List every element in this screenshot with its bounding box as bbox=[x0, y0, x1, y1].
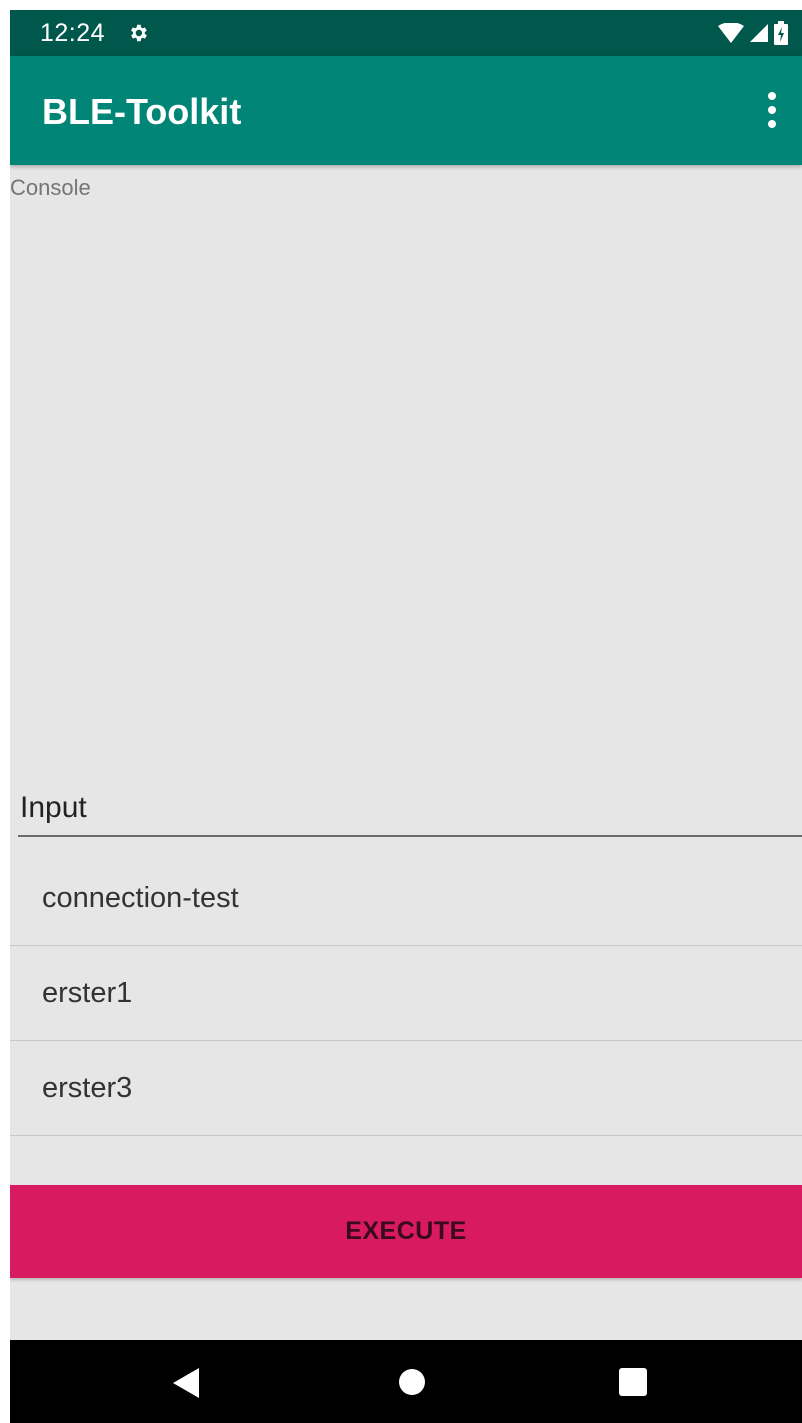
menu-dot bbox=[768, 106, 776, 114]
home-icon[interactable] bbox=[398, 1368, 426, 1401]
status-time: 12:24 bbox=[40, 19, 106, 47]
battery-icon bbox=[774, 21, 788, 50]
suggestion-list: connection-test erster1 erster3 bbox=[10, 851, 802, 1136]
cell-signal-icon bbox=[750, 24, 768, 47]
suggestion-item[interactable]: erster1 bbox=[10, 946, 802, 1041]
recents-icon[interactable] bbox=[619, 1368, 647, 1401]
status-bar: 12:24 bbox=[10, 10, 802, 56]
app-bar: BLE-Toolkit bbox=[10, 56, 802, 165]
navigation-bar bbox=[10, 1340, 802, 1423]
execute-button[interactable]: EXECUTE bbox=[10, 1185, 802, 1278]
wifi-icon bbox=[718, 22, 744, 48]
menu-dot bbox=[768, 92, 776, 100]
console-output bbox=[10, 205, 802, 765]
status-icons bbox=[718, 21, 788, 50]
suggestion-item[interactable]: erster3 bbox=[10, 1041, 802, 1136]
command-input[interactable] bbox=[18, 785, 802, 837]
back-icon[interactable] bbox=[173, 1368, 199, 1403]
app-title: BLE-Toolkit bbox=[42, 91, 242, 132]
settings-gear-icon bbox=[127, 22, 149, 49]
phone-screen: 12:24 BLE-Toolkit Console Input connecti… bbox=[10, 10, 802, 1423]
suggestion-item[interactable]: connection-test bbox=[10, 851, 802, 946]
menu-dot bbox=[768, 120, 776, 128]
overflow-menu-icon[interactable] bbox=[760, 88, 784, 132]
console-label: Console bbox=[10, 175, 91, 200]
